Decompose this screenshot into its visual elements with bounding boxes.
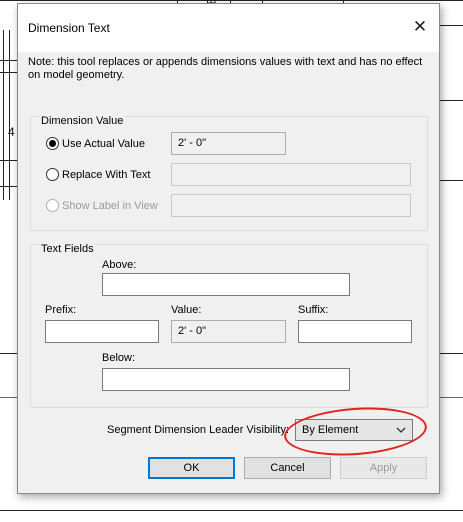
drawing-line <box>0 510 463 511</box>
drawing-label: 4 <box>8 125 15 139</box>
above-label: Above: <box>102 259 137 271</box>
replace-with-text-radio[interactable]: Replace With Text <box>46 168 150 181</box>
dialog-note: Note: this tool replaces or appends dime… <box>28 56 423 81</box>
drawing-line <box>0 72 17 73</box>
radio-unchecked-icon <box>46 168 59 181</box>
dialog-title: Dimension Text <box>28 21 110 35</box>
prefix-label: Prefix: <box>45 304 77 316</box>
drawing-line <box>438 353 463 354</box>
drawing-line <box>438 25 463 26</box>
dimension-value-group-title: Dimension Value <box>39 115 126 127</box>
use-actual-value-radio[interactable]: Use Actual Value <box>46 137 145 150</box>
drawing-line <box>0 186 17 187</box>
text-fields-group-title: Text Fields <box>39 243 96 255</box>
replace-with-text-label: Replace With Text <box>62 168 151 181</box>
use-actual-value-label: Use Actual Value <box>62 137 145 150</box>
above-input[interactable] <box>102 273 350 296</box>
ok-button[interactable]: OK <box>148 457 235 479</box>
drawing-line <box>0 0 463 1</box>
suffix-label: Suffix: <box>298 304 329 316</box>
suffix-input[interactable] <box>298 320 412 343</box>
drawing-line <box>0 60 17 61</box>
prefix-input[interactable] <box>45 320 159 343</box>
red-annotation-circle <box>282 403 429 460</box>
value-field: 2' - 0" <box>171 320 286 343</box>
leader-visibility-label: Segment Dimension Leader Visibility: <box>107 424 289 436</box>
dimension-text-dialog: Dimension Text ✕ Note: this tool replace… <box>17 3 440 494</box>
below-input[interactable] <box>102 368 350 391</box>
drawing-line-blue <box>0 397 17 398</box>
below-label: Below: <box>102 352 136 364</box>
drawing-line <box>0 353 17 354</box>
cancel-button[interactable]: Cancel <box>244 457 331 479</box>
show-label-field <box>171 194 411 217</box>
actual-value-field: 2' - 0" <box>171 132 286 155</box>
radio-disabled-icon <box>46 199 59 212</box>
drawing-line <box>9 30 10 200</box>
show-label-in-view-label: Show Label in View <box>62 199 158 212</box>
drawing-line-blue <box>438 397 463 398</box>
show-label-in-view-radio: Show Label in View <box>46 199 158 212</box>
radio-checked-icon <box>46 137 59 150</box>
close-icon[interactable]: ✕ <box>410 17 430 37</box>
value-label: Value: <box>171 304 202 316</box>
drawing-line <box>3 30 4 200</box>
replace-text-field <box>171 163 411 186</box>
title-bar[interactable]: Dimension Text ✕ <box>18 4 439 52</box>
drawing-line <box>438 100 463 101</box>
drawing-line <box>438 180 463 181</box>
apply-button: Apply <box>340 457 427 479</box>
drawing-line <box>0 160 17 161</box>
